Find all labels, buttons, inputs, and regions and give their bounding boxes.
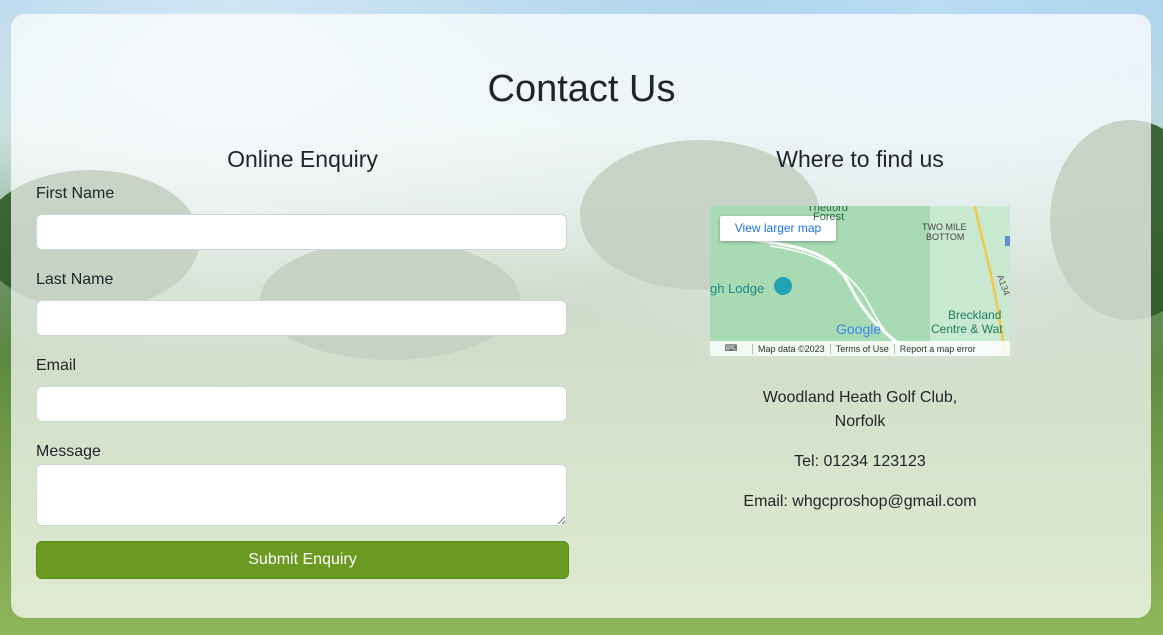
first-name-label: First Name xyxy=(36,185,115,202)
last-name-label: Last Name xyxy=(36,271,114,288)
embedded-map[interactable]: View larger map Thetford Forest TWO MILE… xyxy=(710,206,1010,356)
report-map-error-link[interactable]: Report a map error xyxy=(893,343,981,354)
google-logo: Google xyxy=(836,321,882,337)
last-name-input[interactable] xyxy=(36,300,567,336)
map-footer: ⌨ Map data ©2023 Terms of Use Report a m… xyxy=(710,341,1010,356)
email-label: Email xyxy=(36,357,77,374)
map-label-forest: Forest xyxy=(813,211,845,223)
message-textarea[interactable] xyxy=(36,464,567,526)
map-label-two-mile: TWO MILE xyxy=(922,222,967,232)
message-label: Message xyxy=(36,443,101,460)
address-line-1: Woodland Heath Golf Club, xyxy=(762,389,958,406)
telephone: Tel: 01234 123123 xyxy=(794,453,926,470)
map-label-bottom: BOTTOM xyxy=(926,232,965,242)
map-data-credit: Map data ©2023 xyxy=(752,343,830,354)
email-input[interactable] xyxy=(36,386,567,422)
address-line-2: Norfolk xyxy=(834,413,886,430)
map-label-centre: Centre & Wat xyxy=(931,322,1003,336)
map-label-breckland: Breckland xyxy=(948,308,1002,322)
contact-email: Email: whgcproshop@gmail.com xyxy=(743,493,977,510)
terms-of-use-link[interactable]: Terms of Use xyxy=(829,343,894,354)
submit-enquiry-button[interactable]: Submit Enquiry xyxy=(36,541,569,579)
enquiry-heading: Online Enquiry xyxy=(227,146,378,172)
first-name-input[interactable] xyxy=(36,214,567,250)
keyboard-icon[interactable]: ⌨ xyxy=(710,343,752,354)
page-title: Contact Us xyxy=(487,68,676,110)
location-heading: Where to find us xyxy=(776,146,944,172)
map-label-lodge: gh Lodge xyxy=(710,281,765,296)
address: Woodland Heath Golf Club, Norfolk xyxy=(660,386,1060,434)
